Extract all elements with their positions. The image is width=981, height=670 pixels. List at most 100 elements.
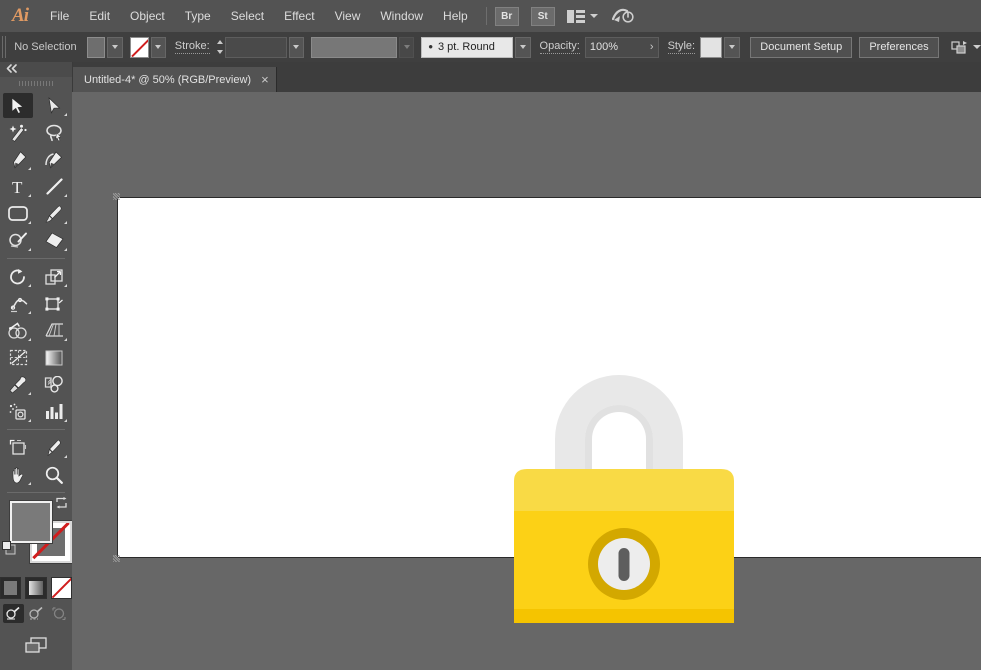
- hidden-tools-indicator-icon: [28, 167, 31, 170]
- chevron-down-icon: [404, 45, 410, 49]
- preferences-button[interactable]: Preferences: [859, 37, 938, 58]
- stroke-weight-input[interactable]: [225, 37, 286, 58]
- stroke-dropdown-button[interactable]: [151, 37, 166, 58]
- tool-rectangle[interactable]: [3, 201, 33, 226]
- style-label[interactable]: Style:: [668, 40, 696, 54]
- close-icon[interactable]: ×: [261, 73, 269, 86]
- padlock-body-top: [514, 469, 734, 516]
- menu-item-edit[interactable]: Edit: [79, 0, 120, 32]
- menu-item-type[interactable]: Type: [175, 0, 221, 32]
- tool-type[interactable]: T: [3, 174, 33, 199]
- color-mode-icon[interactable]: [0, 577, 21, 599]
- sync-settings-icon[interactable]: [612, 7, 634, 25]
- document-tab[interactable]: Untitled-4* @ 50% (RGB/Preview) ×: [72, 67, 277, 92]
- canvas-area[interactable]: [72, 92, 981, 670]
- none-mode-icon[interactable]: [51, 577, 72, 599]
- tool-perspective-grid[interactable]: [39, 318, 69, 343]
- opacity-input[interactable]: 100% ›: [585, 37, 659, 58]
- double-chevron-left-icon[interactable]: [6, 64, 19, 76]
- padlock-keyhole-slot: [619, 548, 630, 581]
- tool-hand[interactable]: [3, 462, 33, 487]
- tool-rotate[interactable]: [3, 264, 33, 289]
- menu-item-window[interactable]: Window: [370, 0, 433, 32]
- tools-panel-grip[interactable]: [0, 77, 72, 90]
- draw-behind-icon[interactable]: [26, 604, 47, 623]
- brush-definition-dropdown-button[interactable]: [515, 37, 530, 58]
- tool-width[interactable]: [3, 291, 33, 316]
- control-bar: No Selection Stroke: • 3 pt. Round Opaci…: [0, 32, 981, 63]
- document-tab-bar: Untitled-4* @ 50% (RGB/Preview) ×: [72, 62, 981, 93]
- hidden-tools-indicator-icon: [64, 455, 67, 458]
- tool-eyedropper[interactable]: [3, 372, 33, 397]
- chevron-right-icon[interactable]: ›: [650, 41, 654, 53]
- tool-pen[interactable]: [3, 147, 33, 172]
- arrange-documents-icon[interactable]: [567, 10, 598, 23]
- align-to-selection-icon[interactable]: [951, 40, 981, 55]
- tool-shaper[interactable]: [3, 228, 33, 253]
- stroke-weight-dropdown-button[interactable]: [289, 37, 304, 58]
- hidden-tools-indicator-icon: [28, 338, 31, 341]
- chevron-down-icon: [112, 45, 118, 49]
- hidden-tools-indicator-icon: [64, 338, 67, 341]
- tool-scale[interactable]: [39, 264, 69, 289]
- menu-item-view[interactable]: View: [325, 0, 371, 32]
- tool-free-transform[interactable]: [39, 291, 69, 316]
- tool-divider: [7, 429, 65, 430]
- stroke-weight-label[interactable]: Stroke:: [175, 40, 210, 54]
- draw-inside-icon[interactable]: [49, 604, 70, 623]
- tool-gradient[interactable]: [39, 345, 69, 370]
- tool-shape-builder[interactable]: [3, 318, 33, 343]
- document-setup-button[interactable]: Document Setup: [750, 37, 852, 58]
- graphic-style-swatch[interactable]: [700, 37, 722, 58]
- bridge-button[interactable]: Br: [495, 7, 519, 26]
- style-dropdown-button[interactable]: [724, 37, 739, 58]
- control-bar-grip[interactable]: [2, 36, 8, 58]
- menu-item-effect[interactable]: Effect: [274, 0, 324, 32]
- menu-item-select[interactable]: Select: [221, 0, 274, 32]
- fill-swatch[interactable]: [87, 37, 106, 58]
- chevron-down-icon: [293, 45, 299, 49]
- hidden-tools-indicator-icon: [28, 221, 31, 224]
- tool-magic-wand[interactable]: [3, 120, 33, 145]
- default-fill-stroke-icon[interactable]: [2, 541, 16, 558]
- padlock-body-shade: [514, 609, 734, 623]
- padlock-illustration[interactable]: [514, 361, 734, 631]
- tool-lasso[interactable]: [39, 120, 69, 145]
- tool-eraser[interactable]: [39, 228, 69, 253]
- tool-slice[interactable]: [39, 435, 69, 460]
- opacity-value: 100%: [590, 41, 618, 53]
- menu-item-object[interactable]: Object: [120, 0, 175, 32]
- chevron-down-icon[interactable]: [590, 14, 598, 18]
- tool-direct-selection[interactable]: [39, 93, 69, 118]
- hidden-tools-indicator-icon: [28, 311, 31, 314]
- variable-width-profile-input[interactable]: [311, 37, 397, 58]
- tool-column-graph[interactable]: [39, 399, 69, 424]
- stroke-weight-stepper[interactable]: [215, 38, 225, 57]
- fill-dropdown-button[interactable]: [107, 37, 122, 58]
- menu-item-file[interactable]: File: [40, 0, 79, 32]
- opacity-label[interactable]: Opacity:: [540, 40, 580, 54]
- tool-selection[interactable]: [3, 93, 33, 118]
- stroke-swatch[interactable]: [130, 37, 149, 58]
- chevron-down-icon: [155, 45, 161, 49]
- tool-divider: [7, 492, 65, 493]
- change-screen-mode-icon[interactable]: [0, 637, 72, 655]
- swap-fill-stroke-icon[interactable]: [55, 497, 69, 514]
- toolbar-fill-swatch[interactable]: [10, 501, 52, 543]
- tool-mesh[interactable]: [3, 345, 33, 370]
- artboard[interactable]: [117, 197, 981, 558]
- tool-zoom[interactable]: [39, 462, 69, 487]
- tool-artboard[interactable]: [3, 435, 33, 460]
- tool-line-segment[interactable]: [39, 174, 69, 199]
- tool-curvature[interactable]: [39, 147, 69, 172]
- draw-normal-icon[interactable]: [3, 604, 24, 623]
- chevron-down-icon[interactable]: [973, 45, 981, 49]
- svg-text:T: T: [12, 178, 23, 195]
- brush-definition-input[interactable]: • 3 pt. Round: [421, 37, 513, 58]
- tool-paintbrush[interactable]: [39, 201, 69, 226]
- tool-blend[interactable]: [39, 372, 69, 397]
- stock-button[interactable]: St: [531, 7, 555, 26]
- menu-item-help[interactable]: Help: [433, 0, 478, 32]
- tool-symbol-sprayer[interactable]: [3, 399, 33, 424]
- gradient-mode-icon[interactable]: [25, 577, 46, 599]
